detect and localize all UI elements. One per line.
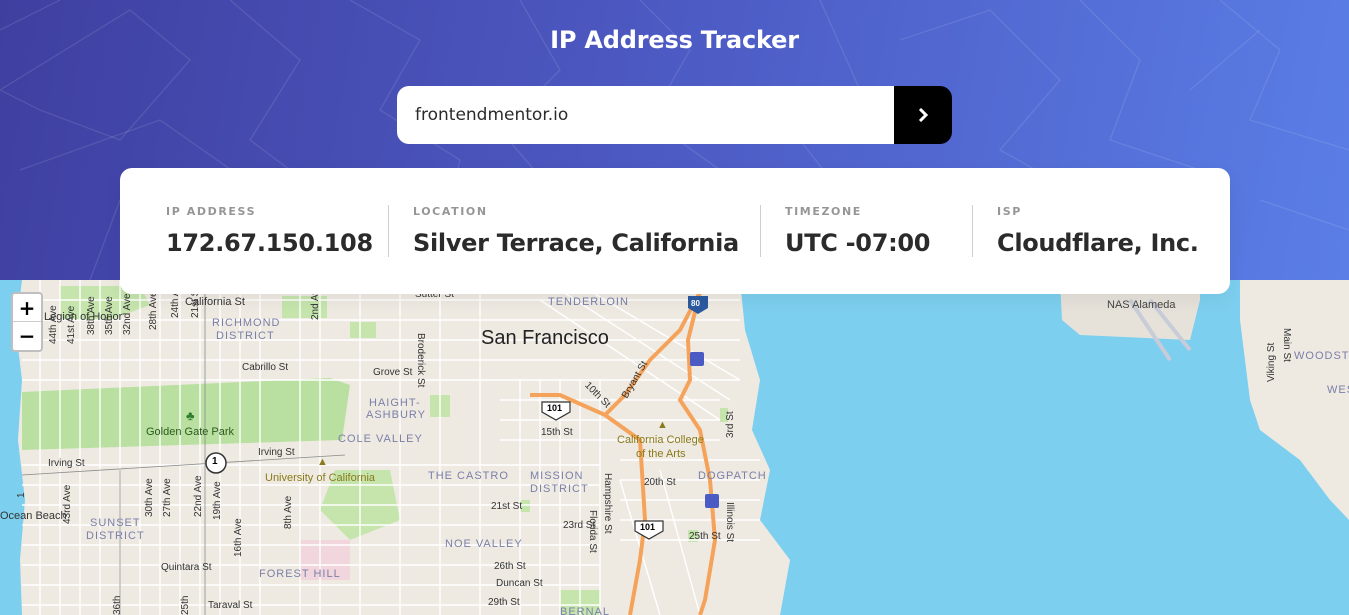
search-bar [397,86,952,144]
map-label: 16th Ave [233,518,244,557]
stat-location: LOCATION Silver Terrace, California [413,205,739,257]
route-101-shield: 101 [640,522,656,532]
map-label: NAS Alameda [1107,299,1176,311]
map-label: 38th Ave [86,296,97,335]
map-label: 26th St [494,561,526,572]
map-label: DISTRICT [530,483,589,495]
stat-ip-address-label: IP ADDRESS [166,205,257,218]
stat-timezone-value: UTC -07:00 [785,229,931,257]
map-label: RICHMOND [212,317,281,329]
map-label: California College [617,434,704,446]
map-label: of the Arts [636,448,686,460]
stat-timezone: TIMEZONE UTC -07:00 [785,205,930,257]
map-label: 15th St [541,427,573,438]
map-label: 8th Ave [283,495,294,529]
map-label: 3rd St [725,411,736,438]
map-label: 25th St [689,531,721,542]
ip-info-card: IP ADDRESS 172.67.150.108 LOCATION Silve… [120,168,1230,294]
search-input[interactable] [397,86,894,144]
stat-isp-label: ISP [997,205,1022,218]
map-label: Hampshire St [602,473,613,534]
map-label: 41st Ave [66,305,77,344]
map-label: 36th [112,595,123,615]
zoom-out-button[interactable]: − [13,322,41,350]
stat-isp: ISP Cloudflare, Inc. [997,205,1199,257]
map-label: 28th Ave [148,291,159,330]
stat-divider [760,205,761,257]
stat-divider [972,205,973,257]
map-label: Viking St [1266,342,1277,382]
map-label: DISTRICT [86,530,145,542]
school-icon: ▲ [317,456,328,468]
map-label: Grove St [373,367,413,378]
map-label: COLE VALLEY [338,433,423,445]
map-label: 35th Ave [104,296,115,335]
map-label: Ocean Beach [0,510,67,522]
map-label: 29th St [488,597,520,608]
page-title: IP Address Tracker [550,26,799,54]
map-label: BERNAL [560,606,611,615]
map-label: Florida St [587,510,598,553]
map-label: WOODSTO [1294,350,1349,362]
stat-location-label: LOCATION [413,205,488,218]
map-label: 25th [180,595,191,615]
map-label: Golden Gate Park [146,426,235,438]
map-label: HAIGHT- [369,397,421,409]
map-label: DOGPATCH [698,470,767,482]
stat-location-value: Silver Terrace, California [413,229,739,257]
map-label: DISTRICT [216,330,275,342]
school-icon: ▲ [657,419,668,431]
map-label: Irving St [258,447,295,458]
map-label: WES [1327,384,1349,396]
map-label: Taraval St [208,600,253,611]
map-label: Quintara St [161,562,212,573]
map-label: 32nd Ave [122,293,133,335]
search-submit-button[interactable] [894,86,952,144]
map-label: TENDERLOIN [548,296,629,308]
zoom-controls: + − [11,292,43,352]
map-label: NOE VALLEY [445,538,523,550]
map-label: ASHBURY [366,409,426,421]
map-label: SUNSET [90,517,141,529]
map-label: Cabrillo St [242,362,289,373]
map-label: 43rd Ave [62,484,73,524]
route-1-shield: 1 [212,456,218,467]
map-label: 21st St [491,501,523,512]
route-101-shield: 101 [547,403,563,413]
map-label: University of California [265,472,376,484]
stat-timezone-label: TIMEZONE [785,205,862,218]
map-label: 27th Ave [162,478,173,517]
map-label: FOREST HILL [259,568,341,580]
chevron-right-icon [918,108,929,122]
map-view[interactable]: San Francisco California St Sutter St TE… [0,280,1349,615]
map-label: Main St [1281,328,1292,362]
map-label-city: San Francisco [481,327,609,349]
map-label: MISSION [530,470,584,482]
map-label: Duncan St [496,578,543,589]
tree-icon: ♣ [186,408,195,423]
zoom-in-button[interactable]: + [13,294,41,322]
route-80-shield: 80 [691,299,700,308]
map-label: Illinois St [724,502,735,543]
map-label: Irving St [48,458,85,469]
map-label: THE CASTRO [428,470,509,482]
map-label: 30th Ave [144,478,155,517]
map-label: 1 [16,492,27,498]
stat-ip-address-value: 172.67.150.108 [166,229,373,257]
map-label: 19th Ave [212,481,223,520]
map-label: 22nd Ave [193,475,204,517]
stat-ip-address: IP ADDRESS 172.67.150.108 [166,205,373,257]
map-label: 44th Ave [48,305,59,344]
stat-divider [388,205,389,257]
map-label: Broderick St [415,333,426,388]
map-label: 20th St [644,477,676,488]
stat-isp-value: Cloudflare, Inc. [997,229,1199,257]
